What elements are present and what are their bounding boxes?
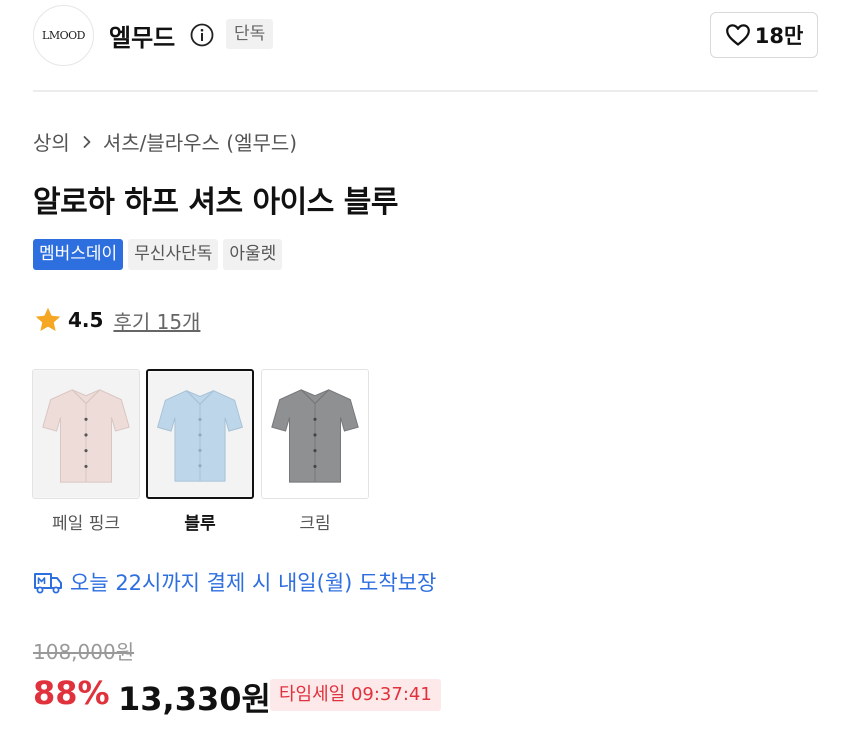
heart-icon [725,24,750,46]
breadcrumb-subcategory[interactable]: 셔츠/블라우스 (엘무드) [103,127,297,156]
shirt-thumbnail-cream [262,370,368,498]
like-button[interactable]: 18만 [710,12,818,58]
chevron-right-icon [83,135,91,148]
shirt-thumbnail-pale-pink [33,370,139,498]
rating: 4.5 후기 15개 [33,305,200,335]
review-link[interactable]: 후기 15개 [113,306,200,335]
tag-musinsa-exclusive: 무신사단독 [128,239,219,270]
brand-logo[interactable]: LMOOD [33,5,94,66]
tag-members-day: 멤버스데이 [33,239,124,270]
tag-outlet: 아울렛 [223,239,283,270]
discount-rate: 88% [33,674,110,712]
delivery-text[interactable]: 오늘 22시까지 결제 시 내일(월) 도착보장 [70,567,436,597]
delivery-guarantee: 오늘 22시까지 결제 시 내일(월) 도착보장 [33,567,436,597]
color-option-label-blue: 블루 [184,514,216,534]
brand-name[interactable]: 엘무드 [109,18,175,53]
truck-icon [34,573,62,594]
shirt-thumbnail-blue [148,371,252,497]
color-option-label-pale-pink: 페일 핑크 [52,514,120,534]
breadcrumb: 상의 셔츠/블라우스 (엘무드) [33,127,297,156]
original-price: 108,000원 [33,640,135,664]
breadcrumb-category[interactable]: 상의 [33,127,70,156]
rating-score: 4.5 [68,308,104,332]
exclusive-badge: 단독 [226,19,274,49]
sale-price: 13,330원 [118,680,271,718]
star-icon [35,307,61,331]
color-option-pale-pink[interactable] [32,369,140,499]
product-tags: 멤버스데이 무신사단독 아울렛 [33,239,283,270]
brand-header: LMOOD 엘무드 단독 18만 [0,0,850,92]
timesale-badge: 타임세일 09:37:41 [270,679,441,711]
like-count: 18만 [754,24,804,48]
info-icon[interactable] [190,23,214,47]
color-option-blue[interactable] [146,369,254,499]
brand-logo-text: LMOOD [42,29,85,42]
color-option-cream[interactable] [261,369,369,499]
color-option-label-cream: 크림 [299,514,331,534]
header-divider [33,90,818,92]
product-title: 알로하 하프 셔츠 아이스 블루 [33,185,398,220]
